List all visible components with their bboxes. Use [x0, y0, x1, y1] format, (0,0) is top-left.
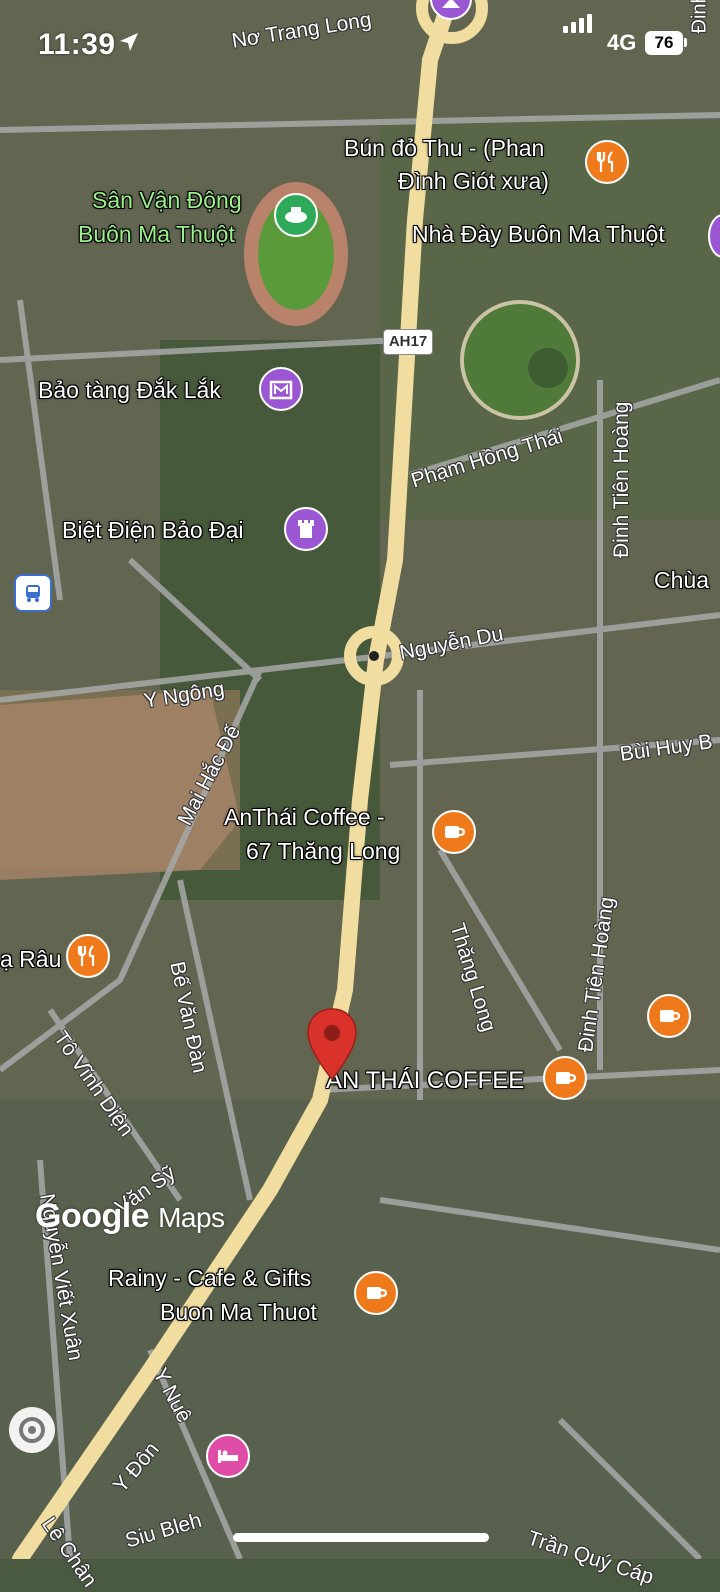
road-label-dinh-tien-hoang-1: Đinh Tiên Hoàng	[610, 401, 633, 558]
battery-icon: 76	[645, 31, 683, 55]
place-label-stadium-2[interactable]: Buôn Ma Thuột	[78, 221, 235, 248]
maps-wordmark: Maps	[158, 1202, 225, 1233]
place-label-anthai-2[interactable]: 67 Thăng Long	[246, 838, 400, 865]
battery-tip	[684, 38, 687, 47]
place-label-rau[interactable]: ạ Râu	[0, 946, 61, 973]
place-label-chua[interactable]: Chùa	[654, 567, 709, 594]
status-time: 11:39	[38, 28, 116, 61]
location-target-icon	[19, 1417, 45, 1443]
status-bar: 11:39 4G 76	[0, 0, 720, 90]
bus-stop-icon[interactable]	[14, 574, 52, 612]
my-location-button[interactable]	[9, 1407, 55, 1453]
cafe-icon[interactable]	[432, 810, 476, 854]
home-indicator[interactable]	[233, 1533, 489, 1542]
place-label-bun-do-thu-2[interactable]: Đình Giót xưa)	[398, 168, 549, 195]
location-arrow-icon	[120, 33, 138, 51]
hotel-icon[interactable]	[206, 1434, 250, 1478]
place-label-stadium-1[interactable]: Sân Vận Động	[92, 187, 242, 214]
cafe-icon[interactable]	[354, 1271, 398, 1315]
place-label-rainy-2[interactable]: Buon Ma Thuot	[160, 1299, 317, 1326]
google-wordmark: Google	[35, 1197, 150, 1235]
place-label-biet-dien[interactable]: Biệt Điện Bảo Đại	[62, 517, 244, 544]
museum-icon[interactable]	[259, 367, 303, 411]
place-label-anthai-1[interactable]: AnThái Coffee -	[224, 804, 385, 831]
selected-location-pin-icon[interactable]	[306, 1007, 358, 1081]
restaurant-icon[interactable]	[66, 934, 110, 978]
cafe-icon[interactable]	[543, 1056, 587, 1100]
stadium-icon[interactable]	[274, 193, 318, 237]
restaurant-icon[interactable]	[585, 140, 629, 184]
route-shield-ah17: AH17	[383, 329, 433, 355]
cafe-icon[interactable]	[647, 994, 691, 1038]
place-label-bao-tang[interactable]: Bảo tàng Đắk Lắk	[38, 377, 221, 404]
place-label-nha-day[interactable]: Nhà Đày Buôn Ma Thuột	[412, 221, 665, 248]
castle-icon[interactable]	[284, 507, 328, 551]
place-label-bun-do-thu-1[interactable]: Bún đỏ Thu - (Phan	[344, 135, 544, 162]
google-maps-logo: Google Maps	[35, 1197, 225, 1236]
place-label-rainy-1[interactable]: Rainy - Cafe & Gifts	[108, 1265, 311, 1292]
network-type: 4G	[607, 30, 637, 55]
